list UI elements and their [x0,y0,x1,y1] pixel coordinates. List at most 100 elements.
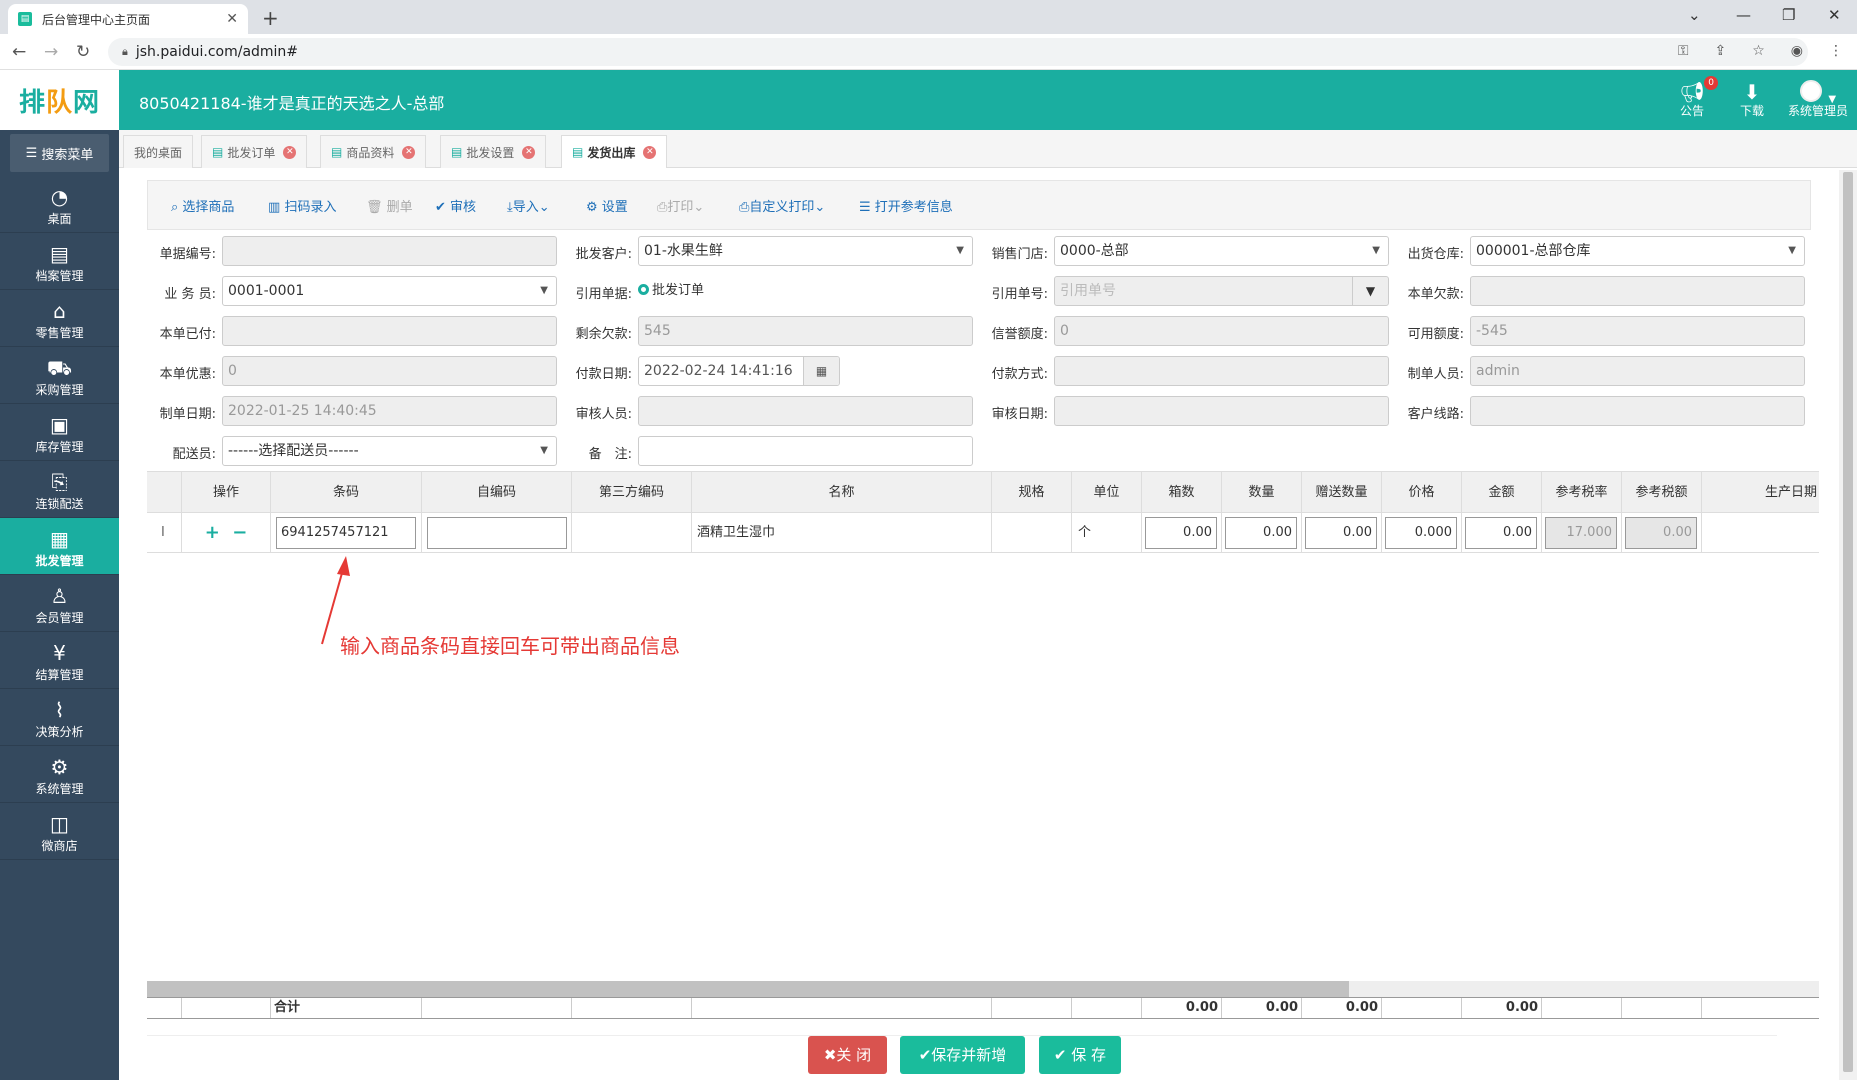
save-new-button[interactable]: ✔保存并新增 [900,1036,1025,1074]
warehouse-select[interactable]: 000001-总部仓库 ▼ [1470,236,1805,266]
close-tab-icon[interactable]: ✕ [522,145,536,159]
salesman-select[interactable]: 0001-0001 ▼ [222,276,557,306]
download-button[interactable]: ⬇ 下载 [1732,80,1772,119]
save-button[interactable]: ✔ 保 存 [1039,1036,1121,1074]
barcode-input[interactable]: 6941257457121 [276,517,416,549]
menu-icon[interactable]: ⋮ [1829,43,1843,59]
calendar-icon[interactable]: ▦ [803,357,839,385]
settings-button[interactable]: ⚙ 设置 [586,196,628,215]
reload-icon[interactable]: ↻ [76,42,90,62]
available-label: 可用额度: [1407,327,1464,342]
notice-button[interactable]: 📢︎ 0 公告 [1672,76,1718,119]
self-code-input[interactable] [427,517,567,549]
custom-print-button[interactable]: ⎙自定义打印⌄ [739,196,825,215]
yen-icon: ¥ [53,641,66,665]
sidebar-item-wholesale[interactable]: ▦ 批发管理 [0,518,119,575]
available-field[interactable]: -545 [1470,316,1805,346]
audit-button[interactable]: ✔ 审核 [435,196,476,215]
tax-rate-field[interactable]: 17.000 [1545,517,1617,549]
remark-field[interactable] [638,436,973,466]
inventory-icon: ▣ [50,413,69,437]
tab-desktop[interactable]: 我的桌面 [123,135,194,168]
add-row-icon[interactable]: + [205,522,220,543]
window-close-icon[interactable]: ✕ [1828,6,1841,24]
ref-doc-radio[interactable]: 批发订单 [638,279,704,298]
sidebar-item-settlement[interactable]: ¥ 结算管理 [0,632,119,689]
customer-label: 批发客户: [575,247,632,262]
amount-input[interactable]: 0.00 [1465,517,1537,549]
remaining-field[interactable]: 545 [638,316,973,346]
gift-qty-input[interactable]: 0.00 [1305,517,1377,549]
horizontal-scrollbar[interactable] [147,981,1819,997]
back-icon[interactable]: ← [12,42,26,62]
close-tab-icon[interactable]: ✕ [402,145,416,159]
sidebar-item-desktop[interactable]: ◔ 桌面 [0,176,119,233]
credit-field[interactable]: 0 [1054,316,1389,346]
deliverer-label: 配送员: [172,447,216,462]
share-icon[interactable]: ⇪ [1714,43,1726,59]
forward-icon[interactable]: → [44,42,58,62]
filter-icon[interactable]: ▼ [1352,277,1388,305]
sidebar-item-member[interactable]: ♙ 会员管理 [0,575,119,632]
sidebar-item-inventory[interactable]: ▣ 库存管理 [0,404,119,461]
tab-search-icon[interactable]: ⌄ [1688,6,1701,24]
user-menu[interactable]: ▼ 系统管理员 [1784,80,1852,119]
boxes-input[interactable]: 0.00 [1145,517,1217,549]
sidebar-item-analysis[interactable]: ⌇ 决策分析 [0,689,119,746]
search-menu-button[interactable]: ☰ 搜索菜单 [10,134,109,172]
ref-no-field[interactable]: 引用单号 ▼ [1054,276,1389,306]
ref-no-label: 引用单号: [991,287,1048,302]
printer-icon: ⎙ [739,200,750,215]
pay-date-field[interactable]: 2022-02-24 14:41:16 ▦ [638,356,840,386]
select-goods-button[interactable]: ⌕ 选择商品 [171,196,234,215]
sidebar-item-purchase[interactable]: ⛟ 采购管理 [0,347,119,404]
customer-select[interactable]: 01-水果生鲜 ▼ [638,236,973,266]
route-field[interactable] [1470,396,1805,426]
sidebar-item-retail[interactable]: ⌂ 零售管理 [0,290,119,347]
col-header: 数量 [1222,472,1302,514]
import-button[interactable]: ⤓导入⌄ [507,196,550,215]
owed-field[interactable] [1470,276,1805,306]
paid-field[interactable] [222,316,557,346]
close-tab-icon[interactable]: ✕ [643,145,657,159]
url-field[interactable]: 🔒︎ jsh.paidui.com/admin# [108,38,1808,66]
tab-wholesale-order[interactable]: ▤ 批发订单 ✕ [201,135,308,168]
remove-row-icon[interactable]: − [232,522,247,543]
sidebar-item-archive[interactable]: ▤ 档案管理 [0,233,119,290]
auditor-field[interactable] [638,396,973,426]
browser-tab[interactable]: ▤ 后台管理中心主页面 ✕ [8,4,248,34]
new-tab-icon[interactable]: + [262,6,279,30]
scan-input-button[interactable]: ▥ 扫码录入 [268,196,336,215]
totals-row: 合计 0.00 0.00 0.00 0.00 [147,997,1819,1019]
tab-goods[interactable]: ▤ 商品资料 ✕ [320,135,427,168]
open-ref-button[interactable]: ☰ 打开参考信息 [859,196,953,215]
close-tab-icon[interactable]: ✕ [226,11,238,27]
create-date-field[interactable]: 2022-01-25 14:40:45 [222,396,557,426]
print-button[interactable]: ⎙打印⌄ [657,196,704,215]
tab-shipment-out[interactable]: ▤ 发货出库 ✕ [561,135,668,168]
vertical-scrollbar[interactable] [1839,170,1857,1080]
price-input[interactable]: 0.000 [1385,517,1457,549]
pay-date-label: 付款日期: [575,367,632,382]
close-tab-icon[interactable]: ✕ [283,145,297,159]
creator-field[interactable]: admin [1470,356,1805,386]
qty-input[interactable]: 0.00 [1225,517,1297,549]
tab-wholesale-settings[interactable]: ▤ 批发设置 ✕ [440,135,547,168]
restore-icon[interactable]: ❐ [1782,6,1795,24]
audit-date-field[interactable] [1054,396,1389,426]
store-select[interactable]: 0000-总部 ▼ [1054,236,1389,266]
sidebar-item-microstore[interactable]: ◫ 微商店 [0,803,119,860]
sidebar-item-system[interactable]: ⚙ 系统管理 [0,746,119,803]
key-icon[interactable]: ⚿ [1678,43,1689,59]
delete-button[interactable]: 🗑︎ 删单 [366,196,413,215]
close-button[interactable]: ✖关 闭 [808,1036,887,1074]
doc-no-field[interactable] [222,236,557,266]
minimize-icon[interactable]: — [1736,6,1751,24]
discount-field[interactable]: 0 [222,356,557,386]
profile-icon[interactable]: ◉ [1791,43,1803,59]
star-icon[interactable]: ☆ [1752,43,1765,59]
deliverer-select[interactable]: ------选择配送员------ ▼ [222,436,557,466]
tax-amount-field[interactable]: 0.00 [1625,517,1697,549]
pay-method-field[interactable] [1054,356,1389,386]
sidebar-item-distribution[interactable]: ⎘ 连锁配送 [0,461,119,518]
